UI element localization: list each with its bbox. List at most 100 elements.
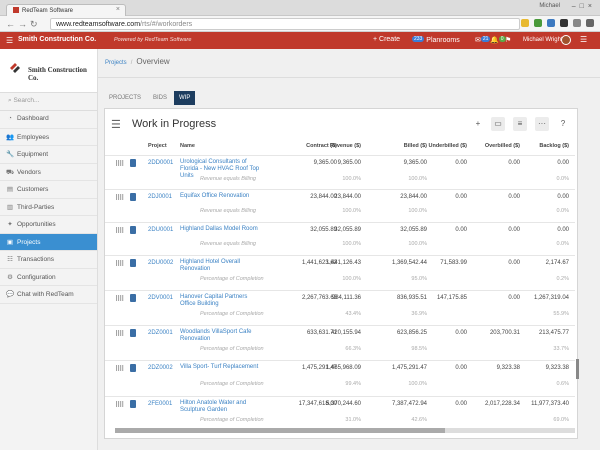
extension-icon[interactable] [534,19,543,27]
tab-close-icon[interactable]: × [116,6,120,13]
extension-icon[interactable] [560,19,569,27]
breadcrumb-projects[interactable]: Projects [105,60,127,66]
project-number[interactable]: 2DJ0001 [148,194,172,200]
help-icon[interactable]: ? [556,117,570,131]
scrollbar-thumb[interactable] [115,428,445,433]
flag-icon[interactable]: ⚑ [505,36,511,44]
project-number[interactable]: 2DD0001 [148,160,173,166]
reload-icon[interactable]: ↻ [30,18,38,30]
project-name[interactable]: Highland Hotel Overall Renovation [180,259,260,273]
sidebar-item-dashboard[interactable]: ◔ Dashboard [0,111,97,129]
pct-revenue: 100.0% [342,241,361,247]
avatar[interactable] [561,35,571,45]
sidebar-item-chat-with-redteam[interactable]: 💬 Chat with RedTeam [0,286,97,304]
sidebar-item-vendors[interactable]: ⛟ Vendors [0,164,97,181]
drag-handle-icon[interactable]: ⠿⠿ [115,295,124,303]
sidebar-item-label: Transactions [17,256,54,263]
folder-icon: ▤ [6,186,14,193]
col-underbilled[interactable]: Underbilled ($) [407,143,467,149]
notifications-icon[interactable]: 🔔 0 [490,36,506,44]
sidebar-item-equipment[interactable]: 🔧 Equipment [0,146,97,164]
chrome-menu-icon[interactable] [586,19,594,27]
col-revenue[interactable]: Revenue ($) [301,143,361,149]
browser-tab[interactable]: RedTeam Software × [6,4,126,16]
drag-handle-icon[interactable]: ⠿⠿ [115,194,124,202]
drag-handle-icon[interactable]: ⠿⠿ [115,227,124,235]
project-number[interactable]: 2FE0001 [148,401,172,407]
project-number[interactable]: 2DZ0002 [148,365,173,371]
tab-bar: PROJECTS BIDS WIP [104,91,197,107]
sidebar-item-label: Dashboard [17,115,49,122]
messages-icon[interactable]: ✉ 21 [475,36,491,44]
project-name[interactable]: Woodlands VillaSport Cafe Renovation [180,329,260,343]
drag-handle-icon[interactable]: ⠿⠿ [115,260,124,268]
cell-revenue: 1,465,968.09 [325,365,361,371]
document-icon[interactable] [130,259,136,267]
star-icon[interactable] [521,19,530,27]
forward-icon[interactable]: → [18,18,27,30]
col-backlog[interactable]: Backlog ($) [509,143,569,149]
address-bar-row: ← → ↻ www.redteamsoftware.com/rts/#/work… [0,16,600,32]
drag-handle-icon[interactable]: ⠿⠿ [115,330,124,338]
hamburger-icon[interactable]: ☰ [6,36,13,45]
document-icon[interactable] [130,193,136,201]
browser-user-label[interactable]: Michael [539,3,560,9]
main-content: Projects / Overview PROJECTS BIDS WIP ☰ Work… [98,49,600,450]
url-input[interactable]: www.redteamsoftware.com/rts/#/workorders [50,18,520,30]
document-icon[interactable] [130,400,136,408]
pct-revenue: 31.0% [345,417,361,423]
extension-icon[interactable] [573,19,582,27]
more-icon[interactable]: ··· [535,117,549,131]
list-menu-icon[interactable]: ☰ [111,118,121,131]
add-icon[interactable]: + [471,117,485,131]
back-icon[interactable]: ← [6,18,15,30]
tab-bids[interactable]: BIDS [148,91,172,105]
project-name[interactable]: Hanover Capital Partners Office Building [180,294,260,308]
document-icon[interactable] [130,294,136,302]
planroom-count: 233 [412,36,425,42]
horizontal-scrollbar[interactable] [115,428,575,433]
table-row: ⠿⠿ 2DZ0001 Woodlands VillaSport Cafe Renov… [105,325,575,360]
col-project[interactable]: Project [148,143,167,149]
planrooms-button[interactable]: 233 Planrooms [412,36,460,44]
tab-projects[interactable]: PROJECTS [104,91,146,105]
cell-revenue: 984,111.36 [331,295,361,301]
sidebar-item-customers[interactable]: ▤ Customers [0,181,97,199]
project-number[interactable]: 2DU0002 [148,260,173,266]
project-name[interactable]: Highland Dallas Model Room [180,226,260,233]
filter-icon[interactable]: ≡ [513,117,527,131]
sidebar-item-projects[interactable]: ▣ Projects [0,233,97,251]
sidebar-item-configuration[interactable]: ⚙ Configuration [0,269,97,286]
drag-handle-icon[interactable]: ⠿⠿ [115,160,124,168]
pct-billed: 100.0% [408,208,427,214]
sidebar-item-employees[interactable]: 👥 Employees [0,129,97,146]
vertical-scrollbar[interactable] [576,359,579,379]
document-icon[interactable] [130,226,136,234]
sidebar-item-transactions[interactable]: ☷ Transactions [0,251,97,269]
monitor-icon[interactable]: ▭ [491,117,505,131]
more-menu-icon[interactable]: ☰ [580,35,587,44]
extension-icon[interactable] [547,19,556,27]
project-name[interactable]: Villa Sport- Turf Replacement [180,364,260,371]
col-name[interactable]: Name [180,143,195,149]
favicon-icon [13,7,19,13]
project-number[interactable]: 2DU0001 [148,227,173,233]
project-name[interactable]: Hilton Anatole Water and Sculpture Garde… [180,400,260,414]
sidebar-item-opportunities[interactable]: ✦ Opportunities [0,216,97,234]
project-number[interactable]: 2DZ0001 [148,330,173,336]
drag-handle-icon[interactable]: ⠿⠿ [115,365,124,373]
tab-wip[interactable]: WIP [174,91,196,105]
create-button[interactable]: + Create [373,36,400,43]
project-number[interactable]: 2DV0001 [148,295,173,301]
window-controls[interactable]: –□× [572,3,596,10]
document-icon[interactable] [130,159,136,167]
sidebar-search[interactable]: ⌕ Search... [0,93,97,111]
project-name[interactable]: Equifax Office Renovation [180,193,260,200]
sidebar-item-third-parties[interactable]: ▥ Third-Parties [0,199,97,216]
cell-under: 0.00 [455,365,467,371]
drag-handle-icon[interactable]: ⠿⠿ [115,401,124,409]
user-name[interactable]: Michael Wright [523,37,563,43]
document-icon[interactable] [130,329,136,337]
count-badge: 21 [480,36,491,42]
document-icon[interactable] [130,364,136,372]
